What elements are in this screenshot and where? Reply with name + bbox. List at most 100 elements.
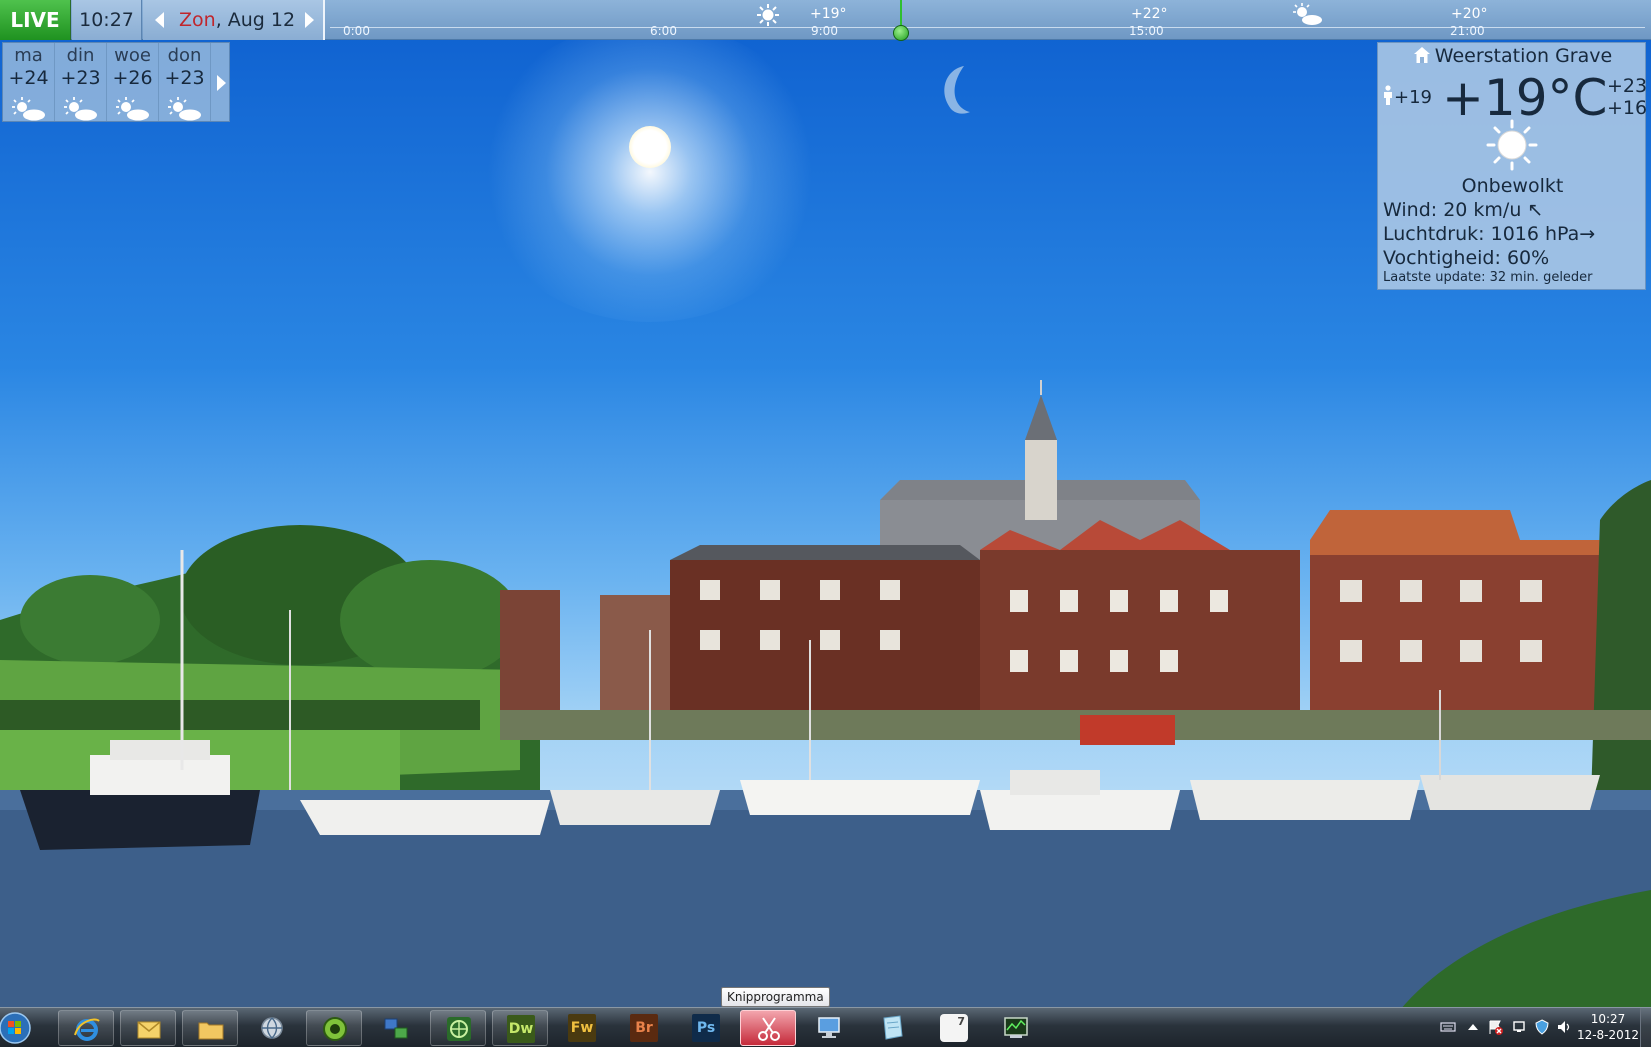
- show-hidden-icons-icon[interactable]: [1466, 1019, 1480, 1035]
- pressure-value: 1016 hPa: [1490, 223, 1580, 245]
- taskbar-remote-app[interactable]: [368, 1010, 424, 1046]
- update-value: 32 min. geleder: [1489, 270, 1593, 285]
- wind-value: 20 km/u: [1443, 199, 1522, 221]
- humidity-row: Vochtigheid: 60%: [1383, 247, 1549, 269]
- sun-cloud-icon: [64, 97, 97, 121]
- timeline-slider[interactable]: 0:00 6:00 9:00 15:00 21:00 +19° +22° +20…: [330, 0, 1651, 41]
- taskbar-file-explorer[interactable]: [182, 1010, 238, 1046]
- feels-like: +19: [1382, 85, 1432, 108]
- last-update: Laatste update: 32 min. geleder: [1383, 270, 1593, 285]
- timeline-track: [330, 27, 1645, 28]
- remote-connection-icon: [384, 1018, 408, 1039]
- tick-label: 21:00: [1450, 24, 1485, 38]
- security-shield-icon[interactable]: [1534, 1019, 1550, 1035]
- sun-cloud-icon: [1293, 3, 1322, 25]
- forecast-day-temp: +26: [112, 67, 153, 89]
- taskbar-fireworks[interactable]: Fw: [554, 1010, 610, 1046]
- weather-station-panel: Weerstation Grave +19 +19°C +23 +16 Onbe…: [1377, 42, 1648, 290]
- taskbar-globe-app[interactable]: [430, 1010, 486, 1046]
- keyboard-icon[interactable]: [1440, 1019, 1456, 1035]
- date-label: Zon, Aug 12: [179, 0, 295, 40]
- current-time: 10:27: [72, 0, 142, 40]
- update-label: Laatste update:: [1383, 270, 1486, 285]
- high-temperature: +23: [1607, 75, 1648, 97]
- sun-cloud-icon: [116, 97, 149, 121]
- sun-cloud-icon: [12, 97, 45, 121]
- taskbar-clock-date: 12-8-2012: [1576, 1028, 1640, 1042]
- taskbar-remote-desktop[interactable]: [802, 1010, 858, 1046]
- temp-label: +20°: [1451, 6, 1488, 22]
- folder-icon: [198, 1022, 224, 1040]
- wind-direction-icon: ↖: [1527, 199, 1544, 221]
- live-button[interactable]: LIVE: [0, 0, 71, 40]
- forecast-day-temp: +24: [8, 67, 49, 89]
- forecast-day-temp: +23: [164, 67, 205, 89]
- forecast-day-temp: +23: [60, 67, 101, 89]
- station-title: Weerstation Grave: [1378, 45, 1647, 67]
- scissors-icon: [758, 1017, 780, 1041]
- tick-label: 9:00: [811, 24, 838, 38]
- taskbar-outlook[interactable]: [120, 1010, 176, 1046]
- sun-glow: [474, 22, 826, 322]
- taskbar-network[interactable]: [244, 1010, 300, 1046]
- weather-condition: Onbewolkt: [1461, 175, 1564, 197]
- action-center-flag-icon[interactable]: [1488, 1019, 1504, 1035]
- taskbar-notepad[interactable]: [864, 1010, 920, 1046]
- date-navigator: Zon, Aug 12: [143, 0, 325, 40]
- forecast-day-name: ma: [14, 45, 43, 66]
- forecast-day-name: din: [66, 45, 95, 66]
- dreamweaver-icon: Dw: [507, 1015, 535, 1043]
- forecast-day[interactable]: woe +26: [107, 43, 159, 121]
- taskbar-photoshop[interactable]: Ps: [678, 1010, 734, 1046]
- internet-explorer-icon: [74, 1018, 100, 1041]
- www-icon: [447, 1017, 471, 1041]
- tick-label: 0:00: [343, 24, 370, 38]
- taskbar-clock[interactable]: 10:27 12-8-2012: [1568, 1011, 1648, 1043]
- green-circle-icon: [323, 1017, 347, 1041]
- date-value: , Aug 12: [215, 9, 296, 31]
- taskbar-green-app[interactable]: [306, 1010, 362, 1046]
- taskbar-tooltip: Knipprogramma: [721, 987, 830, 1007]
- pressure-label: Luchtdruk:: [1383, 223, 1485, 245]
- next-day-button[interactable]: [305, 12, 314, 28]
- sun-icon: [757, 4, 779, 26]
- moon-icon: [944, 66, 970, 114]
- tick-label: 6:00: [650, 24, 677, 38]
- bridge-icon: Br: [630, 1014, 658, 1042]
- show-desktop-button[interactable]: [1640, 1008, 1651, 1047]
- notepad-icon: [883, 1015, 903, 1040]
- forecast-next-button[interactable]: [217, 75, 226, 91]
- monitor-icon: [818, 1017, 840, 1038]
- performance-monitor-icon: [1004, 1017, 1028, 1038]
- temp-label: +22°: [1131, 6, 1168, 22]
- forecast-day[interactable]: ma +24: [3, 43, 55, 121]
- pressure-trend-icon: →: [1579, 223, 1596, 245]
- start-button[interactable]: [0, 1009, 32, 1047]
- feels-like-value: +19: [1394, 87, 1432, 108]
- forecast-day[interactable]: din +23: [55, 43, 107, 121]
- home-icon[interactable]: [1413, 46, 1431, 64]
- wind-row: Wind: 20 km/u ↖: [1383, 199, 1543, 221]
- daily-forecast: ma +24 din +23 woe +26 don +23: [2, 42, 230, 122]
- taskbar-snipping-tool[interactable]: [740, 1010, 796, 1046]
- pressure-row: Luchtdruk: 1016 hPa→: [1383, 223, 1595, 245]
- previous-day-button[interactable]: [155, 12, 164, 28]
- timeline-handle[interactable]: [893, 25, 909, 41]
- taskbar-internet-explorer[interactable]: [58, 1010, 114, 1046]
- forecast-day-name: woe: [114, 45, 151, 66]
- taskbar-dreamweaver[interactable]: Dw: [492, 1010, 548, 1046]
- low-temperature: +16: [1607, 97, 1648, 119]
- harbor-photo: [0, 380, 1651, 1010]
- humidity-label: Vochtigheid:: [1383, 247, 1501, 269]
- humidity-value: 60%: [1506, 247, 1550, 269]
- forecast-day[interactable]: don +23: [159, 43, 211, 121]
- globe-icon: [261, 1017, 283, 1039]
- person-icon: [1384, 85, 1392, 105]
- sun-cloud-icon: [168, 97, 201, 121]
- network-icon[interactable]: [1512, 1019, 1528, 1035]
- taskbar-bridge[interactable]: Br: [616, 1010, 672, 1046]
- timeline-bar: LIVE 10:27 Zon, Aug 12 0:00 6:00 9:00 15…: [0, 0, 1651, 41]
- fireworks-icon: Fw: [568, 1014, 596, 1042]
- taskbar-task-monitor[interactable]: [988, 1010, 1044, 1046]
- taskbar-calendar[interactable]: 7: [926, 1010, 982, 1046]
